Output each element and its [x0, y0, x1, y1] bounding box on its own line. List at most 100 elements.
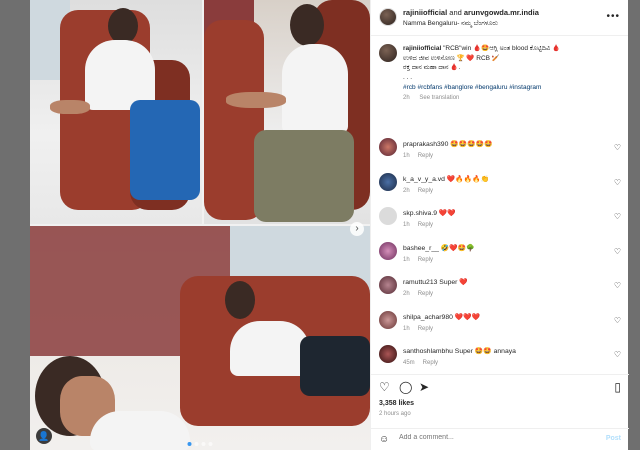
comment-list: praprakash390 🤩🤩🤩🤩🤩 1h Reply ♡ k_a_v_y_a.…	[371, 132, 629, 374]
share-icon[interactable]: ➤	[419, 380, 429, 394]
person-jeans	[130, 100, 200, 200]
comment-age: 2h	[403, 187, 410, 194]
caption-line3: ರಕ್ತ ದಾನ ಮಹಾ ದಾನ 🩸.	[403, 64, 461, 71]
action-bar: ♡ ◯ ➤ ▯	[371, 374, 629, 398]
person-arm	[50, 100, 90, 114]
comment-age: 45m	[403, 360, 415, 366]
reply-button[interactable]: Reply	[418, 326, 433, 332]
comment-text: Super 🤩🤩 annaya	[454, 348, 516, 355]
header-usernames: rajiniiofficial and arunvgowda.mr.india	[403, 8, 539, 17]
reply-button[interactable]: Reply	[423, 360, 438, 366]
comment-age: 1h	[403, 153, 410, 159]
comment-age: 1h	[403, 222, 410, 228]
avatar[interactable]	[379, 138, 397, 156]
heart-icon[interactable]: ♡	[614, 350, 621, 359]
person-arm	[226, 92, 286, 108]
caption-age: 2h	[403, 95, 410, 101]
comment-age: 1h	[403, 256, 410, 263]
post-button[interactable]: Post	[606, 435, 621, 442]
reply-button[interactable]: Reply	[418, 188, 433, 194]
comment-text: 🤣❤️🤩🌳	[440, 244, 475, 252]
comment-item: shilpa_achar980 ❤️❤️❤️ 1h Reply ♡	[371, 305, 629, 340]
reply-button[interactable]: Reply	[418, 222, 433, 228]
header-joiner: and	[447, 8, 464, 17]
photo-woman-donating	[30, 0, 202, 224]
avatar[interactable]	[379, 241, 397, 260]
avatar[interactable]	[379, 8, 397, 26]
comment-icon[interactable]: ◯	[399, 380, 412, 394]
heart-icon[interactable]: ♡	[614, 178, 621, 187]
comment-username[interactable]: bashee_r__	[403, 245, 439, 252]
avatar[interactable]	[379, 44, 397, 62]
avatar[interactable]	[379, 276, 397, 294]
comment-item: k_a_v_y_a.vd ❤️🔥🔥🔥👏 2h Reply ♡	[371, 167, 629, 202]
reply-button[interactable]: Reply	[418, 153, 433, 159]
caption-line2: ಉಳಿದ ಜೀವ ಉಳಿಸೋಣ 🏆 ❤️ RCB 🏏	[403, 54, 500, 62]
post-media[interactable]: 👤 ›	[30, 0, 370, 450]
comment-item: santhoshlambhu Super 🤩🤩 annaya 45m Reply …	[371, 339, 629, 374]
comment-item: ramuttu213 Super ❤️ 2h Reply ♡	[371, 270, 629, 305]
caption-meta: 2h See translation	[403, 95, 620, 101]
avatar[interactable]	[379, 172, 397, 191]
heart-icon[interactable]: ♡	[614, 143, 621, 152]
comment-text: 🤩🤩🤩🤩🤩	[450, 141, 493, 148]
caption-dots: . . .	[403, 73, 413, 81]
comment-username[interactable]: shilpa_achar980	[403, 314, 453, 321]
header-user2[interactable]: arunvgowda.mr.india	[464, 8, 539, 17]
caption-line1: "RCB"win 🩸🤩ಆಗ್ಲಿ ಅಂತ blood ಕೊಟ್ಟಿದಿವಿ 🩸	[443, 45, 561, 52]
person-head-woman	[225, 281, 255, 319]
emoji-icon[interactable]: ☺	[379, 434, 389, 445]
post-side-panel: rajiniiofficial and arunvgowda.mr.india …	[370, 0, 629, 450]
comment-age: 1h	[403, 325, 410, 332]
heart-icon[interactable]: ♡	[614, 212, 621, 221]
comment-item: skp.shiva.9 ❤️❤️ 1h Reply ♡	[371, 201, 629, 236]
caption-hashtags[interactable]: #rcb #rcbfans #banglore #bengaluru #inst…	[403, 84, 620, 91]
heart-icon[interactable]: ♡	[379, 380, 390, 394]
heart-icon[interactable]: ♡	[614, 247, 621, 256]
screenshot-frame: 👤 › rajiniiofficial and arunvgowda.mr.in…	[0, 0, 640, 450]
person-head	[290, 4, 324, 46]
avatar[interactable]	[379, 310, 397, 329]
person-head	[108, 8, 138, 44]
post-header: rajiniiofficial and arunvgowda.mr.india …	[371, 0, 628, 36]
photo-selfie-both: 👤	[30, 226, 370, 450]
person-shirt-woman	[230, 321, 310, 376]
comment-input[interactable]	[399, 434, 569, 441]
more-icon[interactable]: •••	[606, 11, 620, 22]
photo-man-donating	[204, 0, 370, 224]
post-timestamp: 2 hours ago	[379, 411, 411, 417]
person-bag	[300, 336, 370, 396]
caption-text: rajiniiofficial "RCB"win 🩸🤩ಆಗ್ಲಿ ಅಂತ blo…	[403, 44, 620, 82]
comment-age: 2h	[403, 291, 410, 297]
avatar[interactable]	[379, 345, 397, 363]
heart-icon[interactable]: ♡	[614, 316, 621, 325]
comment-username[interactable]: santhoshlambhu	[403, 348, 453, 355]
comment-text: ❤️❤️	[438, 210, 456, 217]
comment-username[interactable]: praprakash390	[403, 141, 448, 148]
add-comment-bar: ☺ Post	[371, 428, 629, 450]
comment-item: bashee_r__ 🤣❤️🤩🌳 1h Reply ♡	[371, 236, 629, 271]
location-link[interactable]: Namma Bengaluru- ನಮ್ಮ ಬೆಂಗಳೂರು	[403, 20, 498, 28]
avatar[interactable]	[379, 207, 397, 225]
comment-item: praprakash390 🤩🤩🤩🤩🤩 1h Reply ♡	[371, 132, 629, 167]
user-tag-icon[interactable]: 👤	[36, 428, 52, 444]
backdrop-right	[628, 0, 640, 450]
reply-button[interactable]: Reply	[418, 257, 433, 263]
comment-username[interactable]: skp.shiva.9	[403, 210, 437, 217]
person-shirt	[282, 44, 348, 134]
comment-text: ❤️❤️❤️	[454, 313, 481, 321]
reply-button[interactable]: Reply	[418, 291, 433, 297]
comment-text: ❤️🔥🔥🔥👏	[446, 175, 490, 183]
comment-username[interactable]: ramuttu213	[403, 279, 437, 286]
header-user1[interactable]: rajiniiofficial	[403, 8, 447, 17]
caption-username[interactable]: rajiniiofficial	[403, 45, 441, 52]
chevron-right-icon[interactable]: ›	[350, 222, 364, 236]
comment-text: Super ❤️	[439, 279, 468, 286]
heart-icon[interactable]: ♡	[614, 281, 621, 290]
likes-count[interactable]: 3,358 likes	[379, 400, 414, 407]
comment-username[interactable]: k_a_v_y_a.vd	[403, 176, 445, 183]
see-translation-link[interactable]: See translation	[419, 95, 459, 101]
bookmark-icon[interactable]: ▯	[614, 380, 621, 394]
post-caption: rajiniiofficial "RCB"win 🩸🤩ಆಗ್ಲಿ ಅಂತ blo…	[371, 36, 628, 132]
person-shirt-man	[90, 411, 190, 450]
